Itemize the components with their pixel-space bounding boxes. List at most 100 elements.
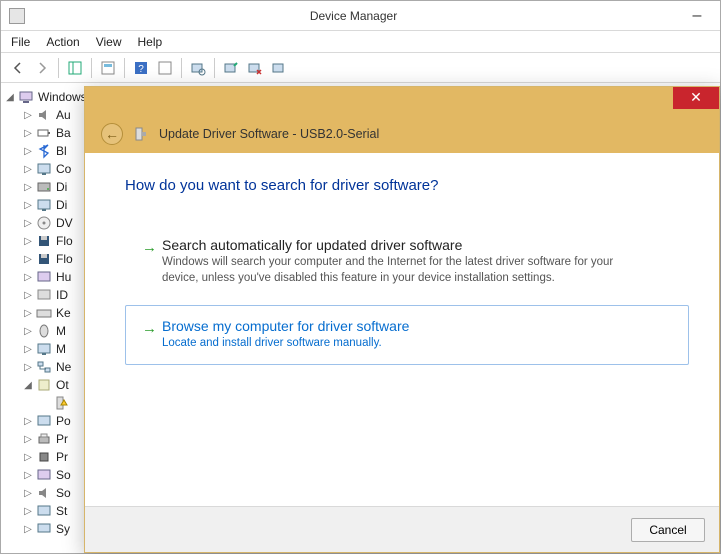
option2-desc: Locate and install driver software manua…	[162, 336, 632, 352]
back-button[interactable]: ←	[101, 123, 123, 145]
printer-icon	[36, 431, 52, 447]
option1-title: Search automatically for updated driver …	[162, 237, 672, 253]
action-button[interactable]	[154, 57, 176, 79]
cancel-button[interactable]: Cancel	[631, 518, 705, 542]
back-button[interactable]	[7, 57, 29, 79]
window-title: Device Manager	[25, 9, 682, 23]
expand-icon[interactable]: ▷	[22, 488, 34, 499]
expand-icon[interactable]: ▷	[22, 524, 34, 535]
expand-icon[interactable]: ▷	[22, 200, 34, 211]
floppy-icon	[36, 233, 52, 249]
hid-icon	[36, 269, 52, 285]
expand-icon[interactable]: ▷	[22, 218, 34, 229]
expand-icon[interactable]: ▷	[22, 506, 34, 517]
arrow-icon: →	[142, 239, 162, 256]
tree-node-label: M	[56, 342, 66, 356]
ide-icon	[36, 287, 52, 303]
computer-icon	[18, 89, 34, 105]
menu-file[interactable]: File	[11, 35, 30, 49]
warning-icon	[54, 395, 70, 411]
expand-icon[interactable]: ▷	[22, 236, 34, 247]
tree-node-label: So	[56, 486, 71, 500]
expand-icon[interactable]: ▷	[22, 470, 34, 481]
tree-node-label: Di	[56, 180, 67, 194]
expand-icon[interactable]: ▷	[22, 164, 34, 175]
forward-button[interactable]	[31, 57, 53, 79]
tree-node-label: Po	[56, 414, 71, 428]
monitor-icon	[36, 161, 52, 177]
expand-icon[interactable]: ▷	[22, 128, 34, 139]
tree-node-label: Di	[56, 198, 67, 212]
expand-icon[interactable]: ▷	[22, 416, 34, 427]
disable-button[interactable]	[268, 57, 290, 79]
help-button[interactable]: ?	[130, 57, 152, 79]
dialog-footer: Cancel	[85, 506, 719, 552]
properties-button[interactable]	[97, 57, 119, 79]
expand-icon[interactable]: ▷	[22, 308, 34, 319]
disc-icon	[36, 215, 52, 231]
expand-icon[interactable]: ▷	[22, 326, 34, 337]
update-driver-dialog: ✕ ← Update Driver Software - USB2.0-Seri…	[84, 86, 720, 553]
close-button[interactable]: ✕	[673, 87, 719, 109]
tree-node-label: Ne	[56, 360, 71, 374]
expand-icon[interactable]: ▷	[22, 434, 34, 445]
menu-view[interactable]: View	[96, 35, 122, 49]
tree-node-label: Co	[56, 162, 71, 176]
tree-node-label: Pr	[56, 432, 68, 446]
title-bar: Device Manager –	[1, 1, 720, 31]
arrow-icon: →	[142, 320, 162, 337]
tree-node-label: Ba	[56, 126, 71, 140]
collapse-icon[interactable]: ◢	[4, 92, 16, 103]
network-icon	[36, 359, 52, 375]
expand-icon[interactable]: ◢	[22, 380, 34, 391]
dialog-title: Update Driver Software - USB2.0-Serial	[159, 127, 379, 141]
option-browse-computer[interactable]: → Browse my computer for driver software…	[125, 305, 689, 365]
port-icon	[36, 413, 52, 429]
menu-bar: File Action View Help	[1, 31, 720, 53]
battery-icon	[36, 125, 52, 141]
sd-icon	[36, 467, 52, 483]
dialog-title-bar: ✕ ← Update Driver Software - USB2.0-Seri…	[85, 87, 719, 153]
processor-icon	[36, 449, 52, 465]
floppy-icon	[36, 251, 52, 267]
system-icon	[36, 521, 52, 537]
toolbar: ?	[1, 53, 720, 83]
speaker-icon	[36, 107, 52, 123]
monitor-icon	[36, 341, 52, 357]
disk-icon	[36, 179, 52, 195]
scan-hardware-button[interactable]	[187, 57, 209, 79]
option-search-automatically[interactable]: → Search automatically for updated drive…	[125, 224, 689, 299]
tree-node-label: Au	[56, 108, 71, 122]
expand-icon[interactable]: ▷	[22, 254, 34, 265]
tree-node-label: Flo	[56, 234, 73, 248]
expand-icon[interactable]: ▷	[22, 344, 34, 355]
expand-icon[interactable]: ▷	[22, 146, 34, 157]
uninstall-button[interactable]	[244, 57, 266, 79]
tree-node-label: So	[56, 468, 71, 482]
menu-action[interactable]: Action	[46, 35, 79, 49]
tree-node-label: Bl	[56, 144, 67, 158]
expand-icon[interactable]: ▷	[22, 452, 34, 463]
expand-icon[interactable]: ▷	[22, 362, 34, 373]
option1-desc: Windows will search your computer and th…	[162, 255, 632, 286]
tree-root-label: Windows	[38, 90, 87, 104]
expand-icon[interactable]: ▷	[22, 182, 34, 193]
other-icon	[36, 377, 52, 393]
menu-help[interactable]: Help	[138, 35, 163, 49]
tree-node-label: ID	[56, 288, 68, 302]
tree-node-label: Pr	[56, 450, 68, 464]
dialog-question: How do you want to search for driver sof…	[125, 177, 689, 194]
dialog-body: How do you want to search for driver sof…	[85, 153, 719, 506]
show-hide-tree-button[interactable]	[64, 57, 86, 79]
device-icon	[133, 126, 149, 142]
storage-icon	[36, 503, 52, 519]
expand-icon[interactable]: ▷	[22, 110, 34, 121]
keyboard-icon	[36, 305, 52, 321]
expand-icon[interactable]: ▷	[22, 272, 34, 283]
option2-title: Browse my computer for driver software	[162, 318, 672, 334]
tree-node-label: Ke	[56, 306, 71, 320]
update-driver-button[interactable]	[220, 57, 242, 79]
minimize-button[interactable]: –	[682, 7, 712, 25]
mouse-icon	[36, 323, 52, 339]
expand-icon[interactable]: ▷	[22, 290, 34, 301]
